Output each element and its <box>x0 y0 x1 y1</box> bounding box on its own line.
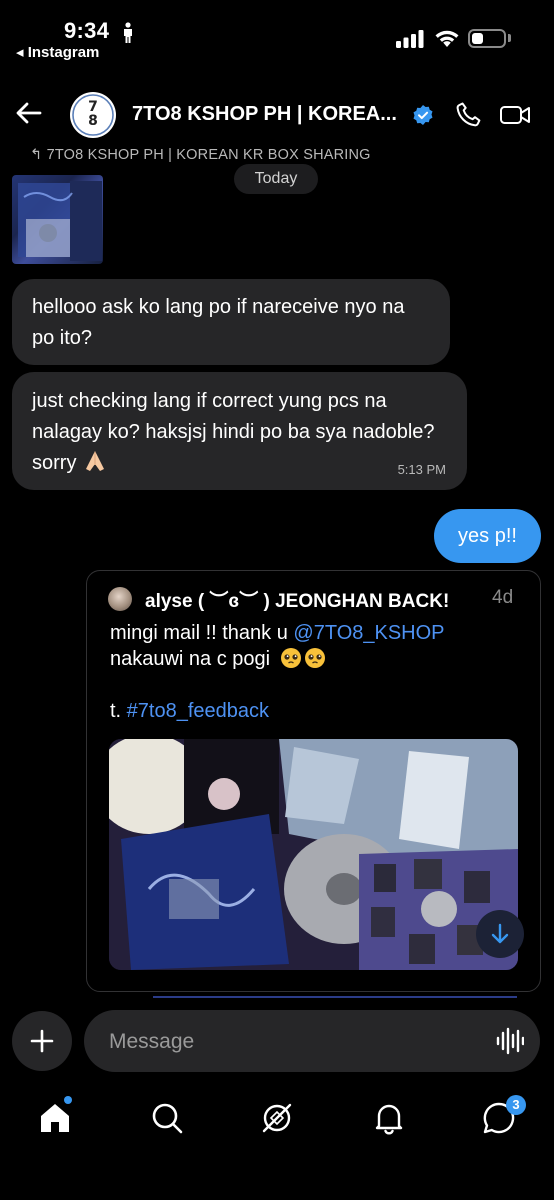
message-timestamp: 5:13 PM <box>397 462 446 477</box>
scroll-to-bottom-button[interactable] <box>476 910 524 958</box>
phone-icon[interactable] <box>455 100 483 128</box>
post-age: 4d <box>492 587 514 608</box>
chat-title[interactable]: 7TO8 KSHOP PH | KOREA... <box>132 103 397 126</box>
post-caption: mingi mail !! thank u @7TO8_KSHOP nakauw… <box>110 620 445 724</box>
message-composer[interactable] <box>84 1010 540 1074</box>
wifi-icon <box>435 30 459 47</box>
verified-badge-icon <box>413 105 433 125</box>
arrow-down-icon <box>491 923 509 944</box>
back-to-instagram-link[interactable]: ◂ Instagram <box>16 43 99 61</box>
photo-artwork <box>18 181 102 261</box>
post-author-name[interactable]: alyse ( ︶ɞ︶ ) JEONGHAN BACK! <box>145 586 449 613</box>
folded-hands-emoji-icon <box>86 451 105 471</box>
sent-message-text: yes p!! <box>458 525 517 547</box>
status-time: 9:34 <box>64 18 110 43</box>
caption-text: mingi mail !! thank u <box>110 622 294 644</box>
explore-icon[interactable] <box>260 1101 294 1135</box>
caption-text: t. <box>110 700 127 722</box>
pleading-face-emoji-icon <box>280 648 325 668</box>
media-progress-line <box>153 996 517 998</box>
add-attachment-button[interactable] <box>12 1011 72 1071</box>
messages-badge: 3 <box>506 1095 526 1115</box>
back-arrow-icon[interactable] <box>14 98 44 128</box>
sent-photo-thumbnail[interactable] <box>12 175 103 264</box>
mention-link[interactable]: @7TO8_KSHOP <box>293 622 444 644</box>
shop-avatar[interactable]: 7 8 <box>70 92 116 138</box>
voice-message-icon[interactable] <box>496 1027 524 1055</box>
battery-tip <box>508 34 511 42</box>
reply-context-label: ↰ 7TO8 KSHOP PH | KOREAN KR BOX SHARING <box>30 147 371 163</box>
sent-message-bubble[interactable]: yes p!! <box>434 509 541 563</box>
person-icon <box>124 22 132 43</box>
battery-icon <box>468 29 506 48</box>
cellular-signal-icon <box>396 30 424 48</box>
message-input[interactable] <box>107 1010 471 1074</box>
message-bubble[interactable]: hellooo ask ko lang po if nareceive nyo … <box>12 279 450 365</box>
hashtag-link[interactable]: #7to8_feedback <box>127 700 269 722</box>
post-author-avatar[interactable] <box>108 587 132 611</box>
post-image[interactable] <box>109 739 518 970</box>
avatar-text-mid: 8 <box>88 113 98 129</box>
plus-icon <box>30 1029 54 1053</box>
home-icon[interactable] <box>38 1101 72 1135</box>
post-photo-artwork <box>109 739 518 970</box>
date-divider: Today <box>234 164 318 194</box>
video-camera-icon[interactable] <box>499 101 531 129</box>
caption-text: nakauwi na c pogi <box>110 648 271 670</box>
notifications-bell-icon[interactable] <box>372 1101 406 1135</box>
search-icon[interactable] <box>150 1101 184 1135</box>
message-bubble[interactable]: just checking lang if correct yung pcs n… <box>12 372 467 490</box>
home-notification-dot <box>64 1096 72 1104</box>
message-text: hellooo ask ko lang po if nareceive nyo … <box>32 296 405 349</box>
